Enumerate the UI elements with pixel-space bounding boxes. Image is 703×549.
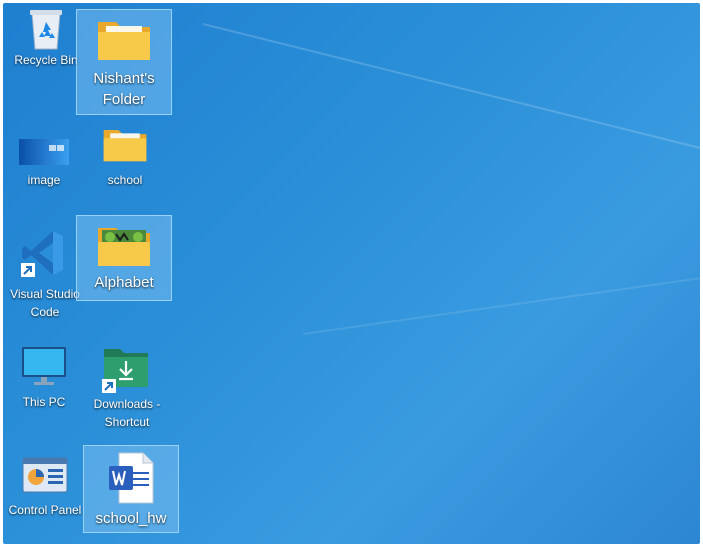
desktop-icon-label: Downloads - Shortcut xyxy=(93,397,161,429)
wallpaper-light-streak xyxy=(302,274,700,335)
wallpaper-light-streak xyxy=(202,23,700,161)
desktop-icon-school[interactable]: school xyxy=(87,123,163,191)
desktop-wallpaper: Recycle Bin Nishant's Folder image schoo… xyxy=(3,3,700,544)
shortcut-arrow-icon xyxy=(102,379,116,393)
desktop-icon-control-panel[interactable]: Control Panel xyxy=(5,455,85,525)
desktop-icon-label: This PC xyxy=(22,395,66,409)
monitor-icon xyxy=(22,347,66,385)
desktop-icon-label: school xyxy=(107,173,143,187)
desktop-icon-recycle-bin[interactable]: Recycle Bin xyxy=(7,5,85,79)
desktop-icon-label: Nishant's Folder xyxy=(93,70,155,108)
image-file-icon xyxy=(19,139,69,165)
desktop-icon-label: Alphabet xyxy=(94,274,154,291)
desktop-icon-visual-studio-code[interactable]: Visual Studio Code xyxy=(5,229,85,319)
desktop-icon-label: image xyxy=(27,173,61,187)
control-panel-icon xyxy=(22,457,68,493)
desktop-icon-label: Recycle Bin xyxy=(14,53,78,67)
desktop-icon-this-pc[interactable]: This PC xyxy=(5,345,83,411)
desktop-icon-label: Visual Studio Code xyxy=(10,287,80,319)
folder-icon xyxy=(103,130,147,162)
desktop-icon-label: school_hw xyxy=(95,510,167,527)
desktop-icon-downloads-shortcut[interactable]: Downloads - Shortcut xyxy=(87,345,167,433)
desktop-icon-school-hw[interactable]: school_hw xyxy=(83,445,179,533)
desktop-icon-image[interactable]: image xyxy=(5,131,83,191)
folder-with-image-icon xyxy=(98,228,150,266)
desktop-icon-nishants-folder[interactable]: Nishant's Folder xyxy=(76,9,172,115)
folder-icon xyxy=(98,22,150,60)
desktop-icon-alphabet[interactable]: Alphabet xyxy=(76,215,172,301)
recycle-bin-icon xyxy=(30,10,62,50)
word-document-icon xyxy=(109,452,154,504)
shortcut-arrow-icon xyxy=(21,263,35,277)
desktop-icon-label: Control Panel xyxy=(8,503,82,517)
